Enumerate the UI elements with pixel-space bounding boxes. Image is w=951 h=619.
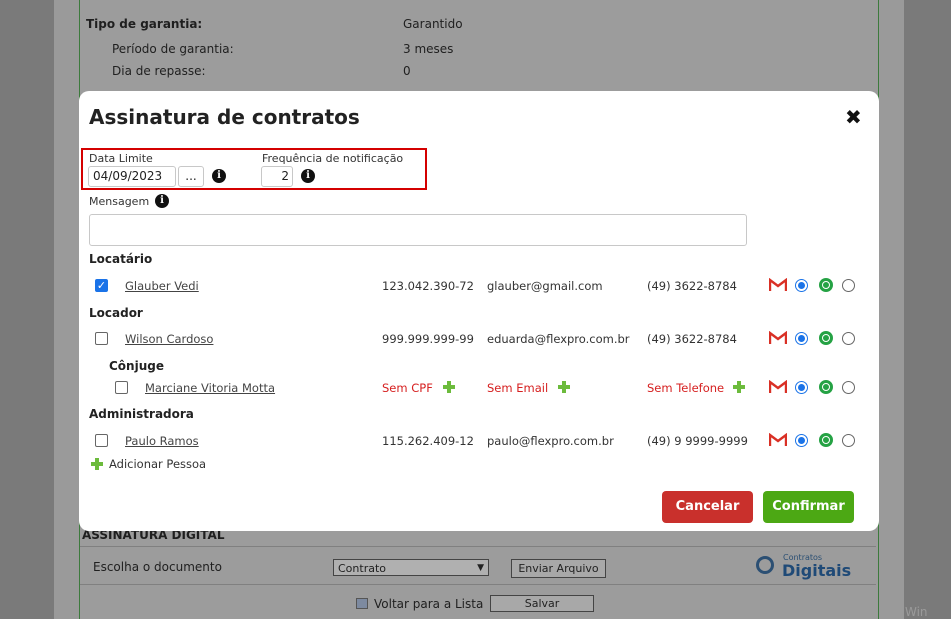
landlord-section-title: Locador — [89, 306, 143, 320]
choose-document-label: Escolha o documento — [93, 560, 222, 574]
email-radio[interactable] — [795, 381, 808, 394]
tenant-cpf: 123.042.390-72 — [382, 279, 474, 293]
deadline-input[interactable]: 04/09/2023 — [88, 166, 176, 187]
document-select[interactable]: Contrato ▼ — [333, 559, 489, 576]
admin-checkbox[interactable] — [95, 434, 108, 447]
gmail-icon — [769, 433, 787, 447]
divider — [80, 546, 876, 547]
whatsapp-icon — [819, 278, 833, 292]
cancel-button[interactable]: Cancelar — [662, 491, 753, 523]
spouse-checkbox[interactable] — [115, 381, 128, 394]
tenant-phone: (49) 3622-8784 — [647, 279, 737, 293]
landlord-phone: (49) 3622-8784 — [647, 332, 737, 346]
info-icon[interactable]: i — [301, 169, 315, 183]
whatsapp-radio[interactable] — [842, 434, 855, 447]
whatsapp-radio[interactable] — [842, 279, 855, 292]
admin-cpf: 115.262.409-12 — [382, 434, 474, 448]
frequency-input[interactable]: 2 — [261, 166, 293, 187]
info-icon[interactable]: i — [155, 194, 169, 208]
add-email-link[interactable]: Sem Email — [487, 381, 548, 395]
landlord-name-link[interactable]: Wilson Cardoso — [125, 332, 213, 346]
gmail-icon — [769, 331, 787, 345]
landlord-checkbox[interactable] — [95, 332, 108, 345]
guarantee-type-value: Garantido — [403, 17, 463, 31]
tenant-checkbox[interactable]: ✓ — [95, 279, 108, 292]
spouse-name-link[interactable]: Marciane Vitoria Motta — [145, 381, 275, 395]
add-icon[interactable] — [558, 381, 570, 393]
whatsapp-radio[interactable] — [842, 332, 855, 345]
whatsapp-icon — [819, 380, 833, 394]
guarantee-period-value: 3 meses — [403, 42, 454, 56]
whatsapp-icon — [819, 433, 833, 447]
message-label: Mensagem — [89, 195, 150, 208]
date-picker-button[interactable]: ... — [178, 166, 204, 187]
modal-title: Assinatura de contratos — [89, 105, 360, 129]
logo-big-text: Digitais — [782, 561, 852, 580]
admin-email: paulo@flexpro.com.br — [487, 434, 614, 448]
send-file-button[interactable]: Enviar Arquivo — [511, 559, 606, 578]
close-icon[interactable]: ✖ — [845, 105, 862, 129]
add-icon[interactable] — [443, 381, 455, 393]
info-icon[interactable]: i — [212, 169, 226, 183]
admin-phone: (49) 9 9999-9999 — [647, 434, 748, 448]
logo-icon — [756, 556, 774, 574]
back-to-list-link[interactable]: Voltar para a Lista — [374, 597, 483, 611]
add-person-icon[interactable] — [91, 458, 103, 470]
admin-name-link[interactable]: Paulo Ramos — [125, 434, 199, 448]
email-radio[interactable] — [795, 434, 808, 447]
gmail-icon — [769, 380, 787, 394]
chevron-down-icon: ▼ — [477, 563, 484, 573]
admin-section-title: Administradora — [89, 407, 194, 421]
whatsapp-icon — [819, 331, 833, 345]
add-person-link[interactable]: Adicionar Pessoa — [109, 457, 206, 471]
email-radio[interactable] — [795, 279, 808, 292]
brand-logo: Contratos Digitais — [756, 553, 856, 581]
document-select-value: Contrato — [338, 562, 387, 575]
transfer-day-label: Dia de repasse: — [112, 64, 206, 78]
signature-modal: Assinatura de contratos ✖ Data Limite 04… — [79, 91, 879, 531]
tenant-email: glauber@gmail.com — [487, 279, 603, 293]
guarantee-period-label: Período de garantia: — [112, 42, 234, 56]
list-icon — [356, 598, 368, 609]
frequency-label: Frequência de notificação — [262, 152, 404, 165]
add-phone-link[interactable]: Sem Telefone — [647, 381, 724, 395]
add-cpf-link[interactable]: Sem CPF — [382, 381, 433, 395]
watermark: Win — [905, 605, 928, 619]
gmail-icon — [769, 278, 787, 292]
deadline-label: Data Limite — [89, 152, 153, 165]
landlord-cpf: 999.999.999-99 — [382, 332, 474, 346]
spouse-section-title: Cônjuge — [109, 359, 164, 373]
divider — [80, 584, 876, 585]
whatsapp-radio[interactable] — [842, 381, 855, 394]
email-radio[interactable] — [795, 332, 808, 345]
confirm-button[interactable]: Confirmar — [763, 491, 854, 523]
guarantee-type-label: Tipo de garantia: — [86, 17, 203, 31]
save-button[interactable]: Salvar — [490, 595, 594, 612]
transfer-day-value: 0 — [403, 64, 411, 78]
message-input[interactable] — [89, 214, 747, 246]
tenant-section-title: Locatário — [89, 252, 153, 266]
add-icon[interactable] — [733, 381, 745, 393]
landlord-email: eduarda@flexpro.com.br — [487, 332, 630, 346]
tenant-name-link[interactable]: Glauber Vedi — [125, 279, 199, 293]
